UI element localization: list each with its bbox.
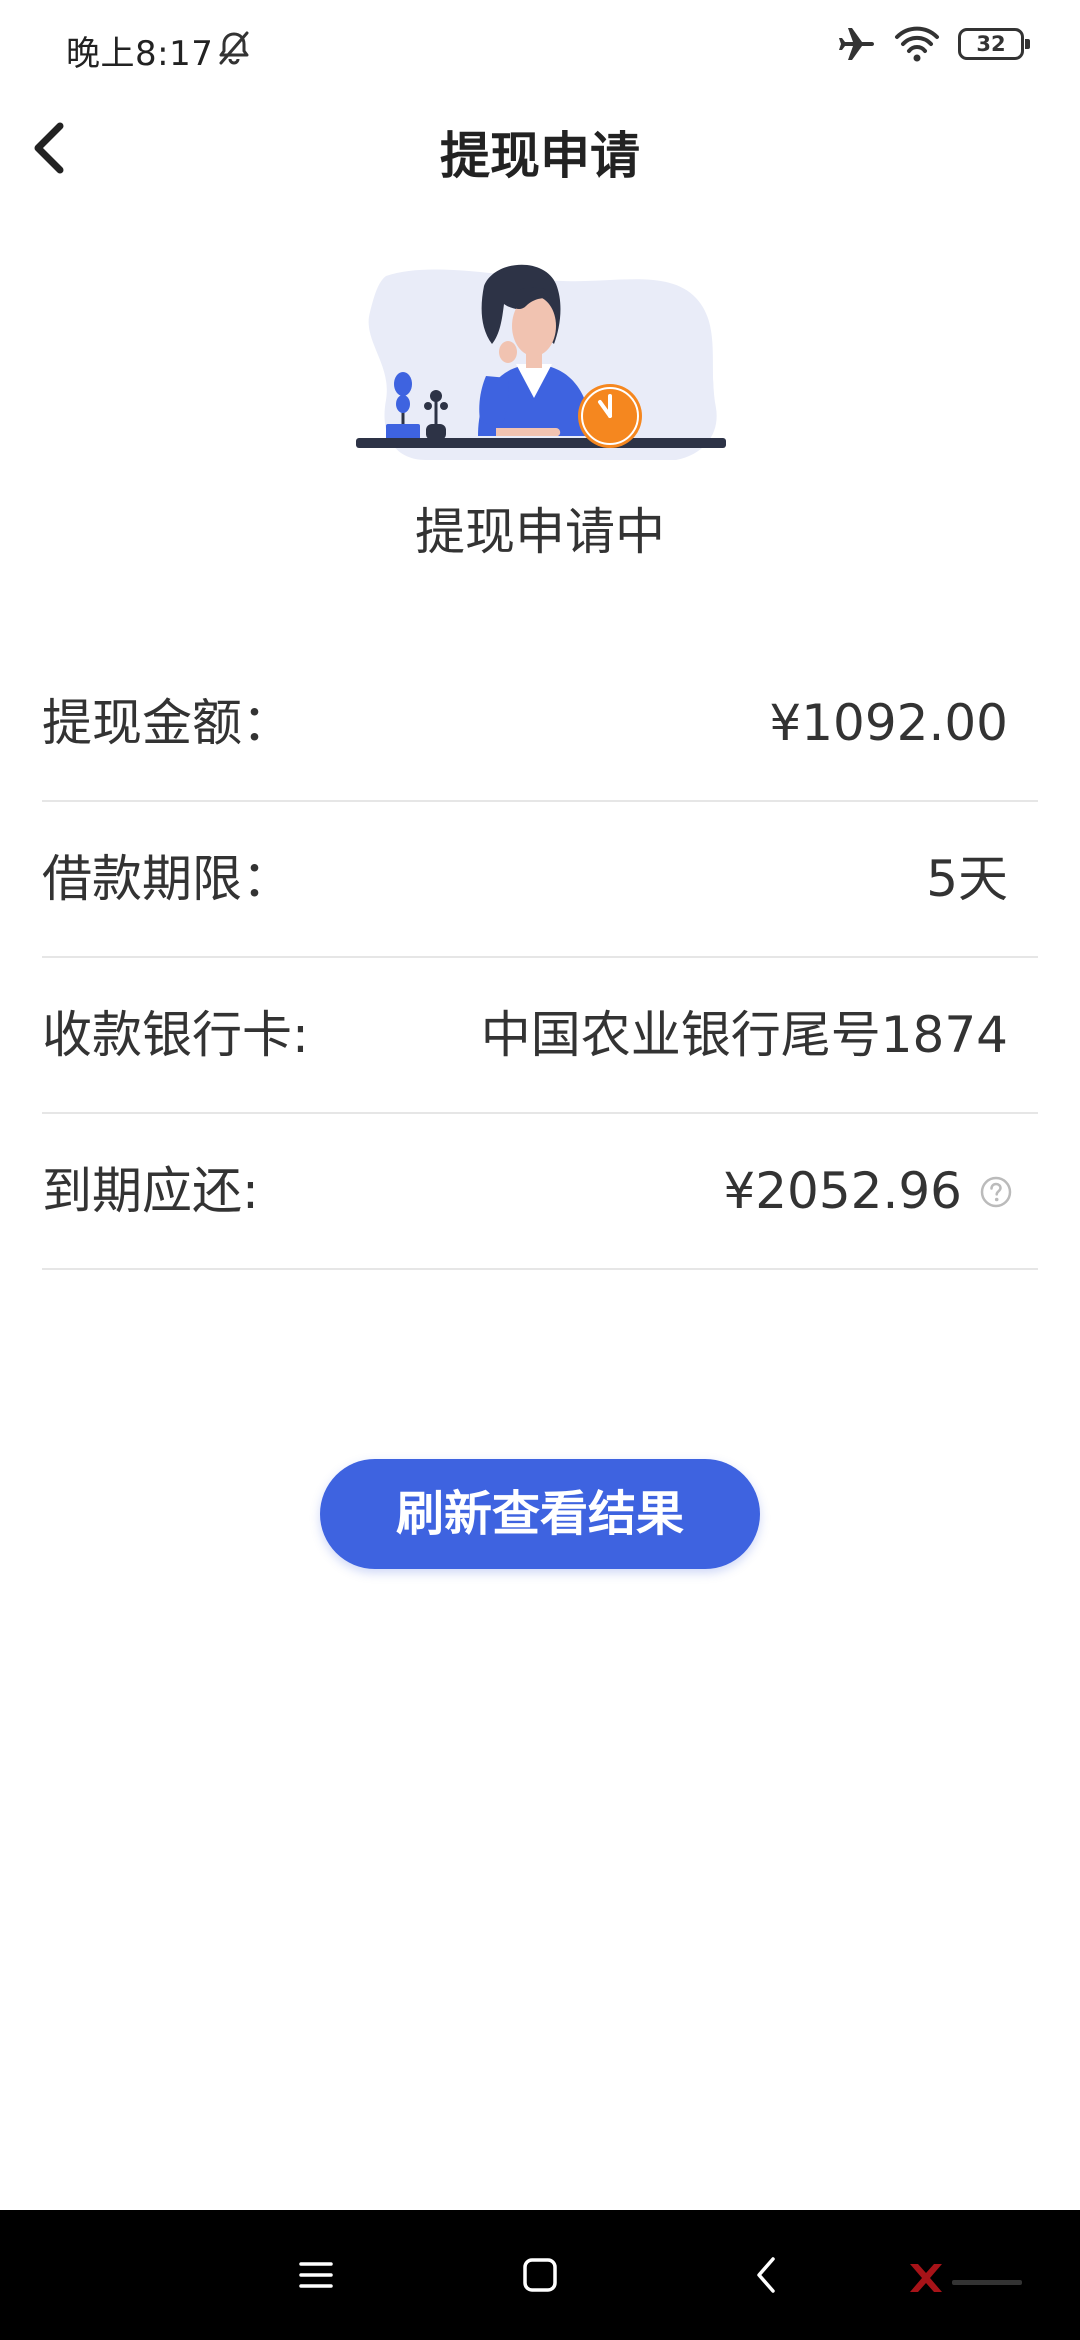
battery-level: 32 [976, 32, 1006, 56]
info-row-bank-card: 收款银行卡: 中国农业银行尾号1874 [42, 958, 1038, 1114]
info-row-due-amount: 到期应还: ¥2052.96 [42, 1114, 1038, 1270]
term-label: 借款期限： [42, 850, 292, 908]
term-value: 5天 [926, 850, 1008, 908]
info-row-term: 借款期限： 5天 [42, 802, 1038, 958]
status-time: 晚上8:17 [66, 34, 214, 74]
question-circle-icon[interactable] [980, 1176, 1012, 1208]
mute-icon [219, 31, 249, 65]
airplane-icon [839, 28, 874, 60]
due-amount-value: ¥2052.96 [723, 1162, 962, 1220]
status-bar: 晚上8:17 32 [0, 0, 1080, 96]
nav-home-button[interactable] [510, 2245, 570, 2305]
back-chevron-icon [757, 2257, 775, 2293]
refresh-result-button[interactable]: 刷新查看结果 [320, 1459, 760, 1569]
system-nav-bar [0, 2210, 1080, 2340]
withdrawal-info-list: 提现金额： ¥1092.00 借款期限： 5天 收款银行卡: 中国农业银行尾号1… [42, 646, 1038, 1270]
bank-card-label: 收款银行卡: [42, 1006, 309, 1064]
home-square-icon [523, 2258, 557, 2292]
application-status-label: 提现申请中 [415, 503, 665, 561]
header: 提现申请 [0, 96, 1080, 206]
wifi-icon [895, 26, 939, 62]
amount-label: 提现金额： [42, 694, 292, 752]
watermark-logo [910, 2264, 1022, 2292]
nav-back-button[interactable] [736, 2245, 796, 2305]
menu-icon [299, 2262, 333, 2288]
nav-menu-button[interactable] [286, 2245, 346, 2305]
page-title: 提现申请 [440, 127, 640, 185]
woman-at-desk-waiting-illustration [356, 264, 726, 460]
due-amount-label: 到期应还: [42, 1162, 259, 1220]
info-row-amount: 提现金额： ¥1092.00 [42, 646, 1038, 802]
bank-card-value: 中国农业银行尾号1874 [480, 1006, 1008, 1064]
status-icons: 32 [836, 24, 1030, 64]
battery-icon: 32 [958, 28, 1030, 60]
amount-value: ¥1092.00 [769, 694, 1008, 752]
